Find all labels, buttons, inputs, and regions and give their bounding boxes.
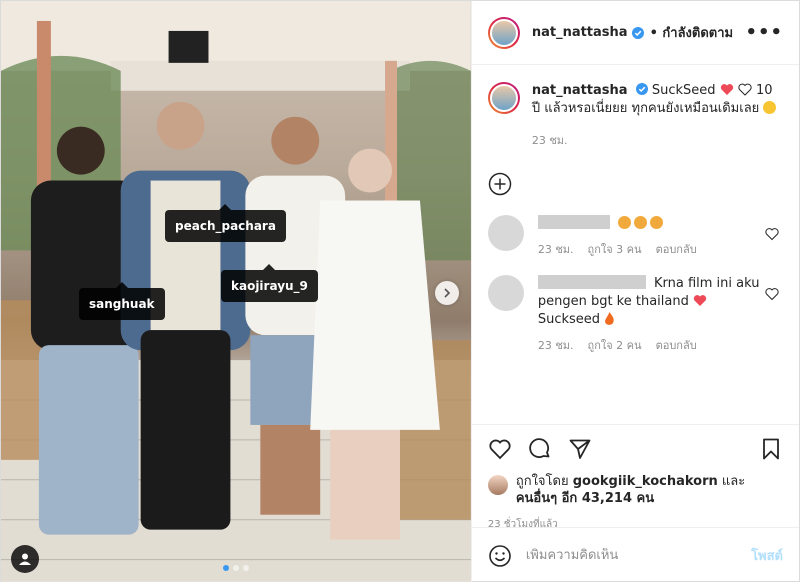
like-icon[interactable] [488, 437, 512, 461]
carousel-dot [232, 565, 239, 571]
comment-item: Krna film ini aku pengen bgt ke thailand… [487, 275, 783, 355]
reply-button[interactable]: ตอบกลับ [656, 241, 697, 259]
avatar[interactable] [487, 82, 520, 114]
comment-input[interactable] [525, 548, 752, 563]
blurred-username[interactable] [537, 215, 610, 229]
likes-prefix: ถูกใจโดย [515, 474, 569, 489]
comment-likes[interactable]: ถูกใจ 3 คน [588, 241, 642, 259]
add-comment-bar: โพสต์ [471, 527, 799, 582]
post-photo[interactable]: peach_pachara kaojirayu_9 sanghuak [1, 1, 471, 582]
avatar[interactable] [487, 275, 524, 311]
share-icon[interactable] [568, 437, 592, 461]
white-heart-emoji-icon [738, 83, 752, 96]
post-actions: ถูกใจโดย gookgiik_kochakorn และ คนอื่นๆ … [471, 424, 799, 532]
heart-eyes-emoji-icon [633, 216, 647, 229]
like-comment-icon[interactable] [765, 227, 779, 241]
heart-eyes-emoji-icon [617, 216, 631, 229]
post-header: nat_nattasha • กำลังติดตาม ••• [471, 1, 799, 65]
sweat-smile-emoji-icon [763, 101, 777, 114]
verified-badge-icon [631, 26, 644, 39]
blurred-username[interactable] [537, 275, 646, 289]
user-icon [19, 553, 31, 565]
carousel-indicator [222, 565, 249, 571]
avatar[interactable] [487, 475, 508, 495]
instagram-post: peach_pachara kaojirayu_9 sanghuak nat_n… [0, 0, 800, 582]
verified-badge-icon [635, 83, 648, 95]
comment-likes[interactable]: ถูกใจ 2 คน [588, 337, 642, 355]
comments-section: nat_nattasha SuckSeed 10 ปี แล้วหรอเนี่ย… [472, 66, 799, 424]
save-bookmark-icon[interactable] [759, 437, 783, 461]
reply-button[interactable]: ตอบกลับ [656, 337, 697, 355]
comment-text: Suckseed [537, 312, 601, 327]
emoji-picker-icon[interactable] [488, 544, 512, 568]
carousel-dot [242, 565, 249, 571]
likes-joiner: และ [721, 474, 746, 489]
avatar[interactable] [487, 16, 520, 49]
caption-time: 23 ชม. [531, 134, 568, 147]
post-comment-button[interactable]: โพสต์ [751, 545, 783, 566]
following-button[interactable]: • กำลังติดตาม [650, 22, 734, 43]
chevron-right-icon [444, 288, 450, 298]
like-comment-icon[interactable] [765, 287, 779, 301]
comment-item: 23 ชม. ถูกใจ 3 คน ตอบกลับ [487, 215, 783, 259]
comment-time: 23 ชม. [537, 243, 574, 256]
carousel-dot [222, 565, 229, 571]
next-slide-button[interactable] [434, 281, 459, 305]
red-heart-emoji-icon [720, 84, 733, 95]
caption-text: SuckSeed [651, 83, 716, 98]
photo-tag[interactable]: kaojirayu_9 [221, 264, 318, 302]
likes-summary: ถูกใจโดย gookgiik_kochakorn และ คนอื่นๆ … [487, 473, 783, 507]
comment-icon[interactable] [528, 437, 552, 461]
photo-tag[interactable]: peach_pachara [165, 204, 286, 242]
post-sidebar: nat_nattasha • กำลังติดตาม ••• nat_natta… [470, 1, 799, 582]
likes-others-count[interactable]: คนอื่นๆ อีก 43,214 คน [516, 491, 654, 506]
heart-eyes-emoji-icon [649, 216, 663, 229]
caption: nat_nattasha SuckSeed 10 ปี แล้วหรอเนี่ย… [487, 82, 783, 150]
caption-username[interactable]: nat_nattasha [532, 83, 628, 98]
comment-time: 23 ชม. [537, 339, 574, 352]
avatar[interactable] [487, 215, 524, 251]
tagged-users-button[interactable] [11, 545, 39, 573]
more-options-icon[interactable]: ••• [745, 22, 783, 43]
fire-emoji-icon [605, 312, 614, 325]
header-username[interactable]: nat_nattasha [532, 25, 628, 40]
liked-by-username[interactable]: gookgiik_kochakorn [573, 474, 718, 489]
red-heart-emoji-icon [693, 295, 707, 306]
load-more-comments-icon[interactable] [488, 172, 512, 196]
photo-tag[interactable]: sanghuak [79, 282, 165, 320]
